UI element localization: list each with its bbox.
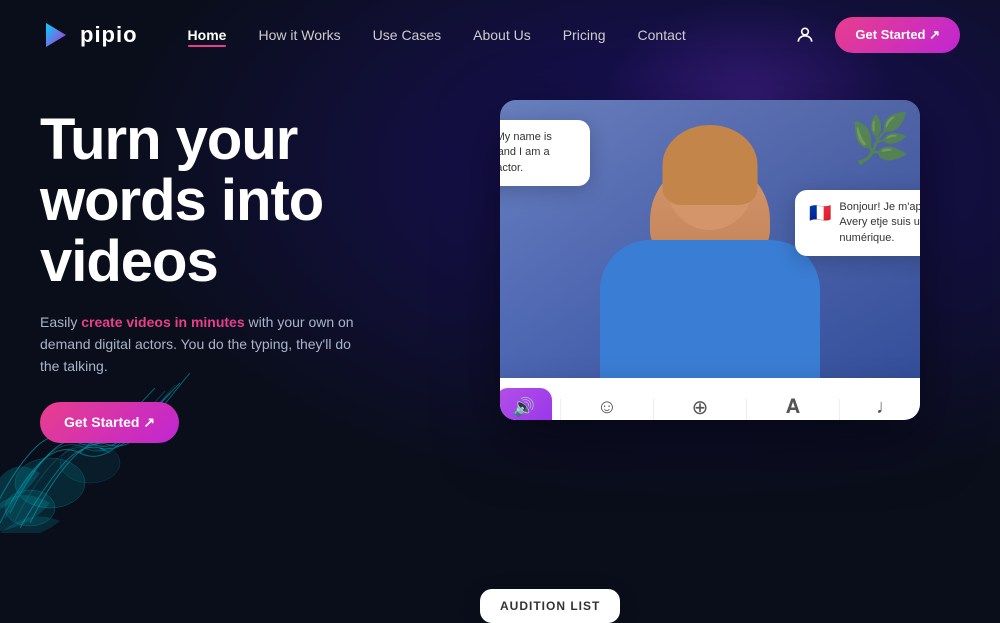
nav-how-it-works[interactable]: How it Works: [258, 27, 340, 43]
expression-control[interactable]: ☺ EXPRESSION: [569, 396, 645, 420]
nav-right: Get Started ↗: [795, 17, 960, 53]
nav-pricing[interactable]: Pricing: [563, 27, 606, 43]
nav-about-us[interactable]: About Us: [473, 27, 531, 43]
hero-subtitle: Easily create videos in minutes with you…: [40, 311, 360, 378]
speech-fr-text: Bonjour! Je m'appelle Avery etje suis un…: [839, 200, 920, 246]
effects-icon: ⊕: [692, 395, 709, 420]
navbar: pipio Home How it Works Use Cases About …: [0, 0, 1000, 70]
controls-bar: 🔊 SPEECH ☺ EXPRESSION ⊕ EFFECTS: [500, 378, 920, 420]
hero-title-line3: videos: [40, 229, 218, 294]
nav-home[interactable]: Home: [188, 27, 227, 43]
hero-left: Turn your words into videos Easily creat…: [40, 90, 460, 443]
hero-subtitle-highlight: create videos in minutes: [81, 314, 244, 330]
hero-subtitle-plain: Easily: [40, 314, 81, 330]
divider-4: [839, 399, 840, 420]
speech-bubble-french: 🇫🇷 Bonjour! Je m'appelle Avery etje suis…: [795, 190, 920, 256]
divider-3: [746, 399, 747, 420]
hero-get-started-button[interactable]: Get Started ↗: [40, 402, 179, 443]
person-hair: [663, 125, 758, 205]
nav-links: Home How it Works Use Cases About Us Pri…: [188, 27, 796, 43]
logo[interactable]: pipio: [40, 19, 138, 51]
plant-decoration: 🌿: [850, 110, 910, 167]
brand-name: pipio: [80, 22, 138, 48]
speech-control[interactable]: 🔊 SPEECH: [500, 388, 552, 420]
divider-1: [560, 399, 561, 420]
expression-icon: ☺: [597, 396, 617, 419]
nav-use-cases[interactable]: Use Cases: [373, 27, 441, 43]
get-started-button-nav[interactable]: Get Started ↗: [835, 17, 960, 53]
person-figure: [570, 120, 850, 420]
speaker-icon: 🔊: [513, 397, 535, 418]
logo-icon: [40, 19, 72, 51]
flag-fr: 🇫🇷: [809, 201, 831, 226]
speech-bubble-english: 🇺🇸 Hello! My name is Avery, and I am a d…: [500, 120, 590, 186]
effects-control[interactable]: ⊕ EFFECTS: [662, 395, 738, 420]
audition-list-card[interactable]: AUDITION LIST: [480, 589, 620, 623]
divider-2: [653, 399, 654, 420]
hero-title: Turn your words into videos: [40, 110, 460, 293]
subtitles-icon: 𝐀: [786, 396, 800, 419]
audition-list-label: AUDITION LIST: [500, 599, 600, 613]
video-card: 🌿 🇺🇸 Hello! My name is Avery, and I am a…: [500, 100, 920, 420]
audio-control[interactable]: ♩ AUDIO: [848, 396, 920, 420]
hero-section: Turn your words into videos Easily creat…: [0, 70, 1000, 563]
hero-title-line1: Turn your: [40, 107, 297, 172]
user-icon[interactable]: [795, 25, 815, 45]
audio-icon: ♩: [876, 396, 896, 419]
speech-en-text: Hello! My name is Avery, and I am a digi…: [500, 130, 576, 176]
subtitles-control[interactable]: 𝐀 SUBTITLES: [755, 396, 831, 420]
nav-contact[interactable]: Contact: [638, 27, 686, 43]
hero-title-line2: words into: [40, 168, 323, 233]
hero-right: 🌿 🇺🇸 Hello! My name is Avery, and I am a…: [460, 90, 960, 563]
